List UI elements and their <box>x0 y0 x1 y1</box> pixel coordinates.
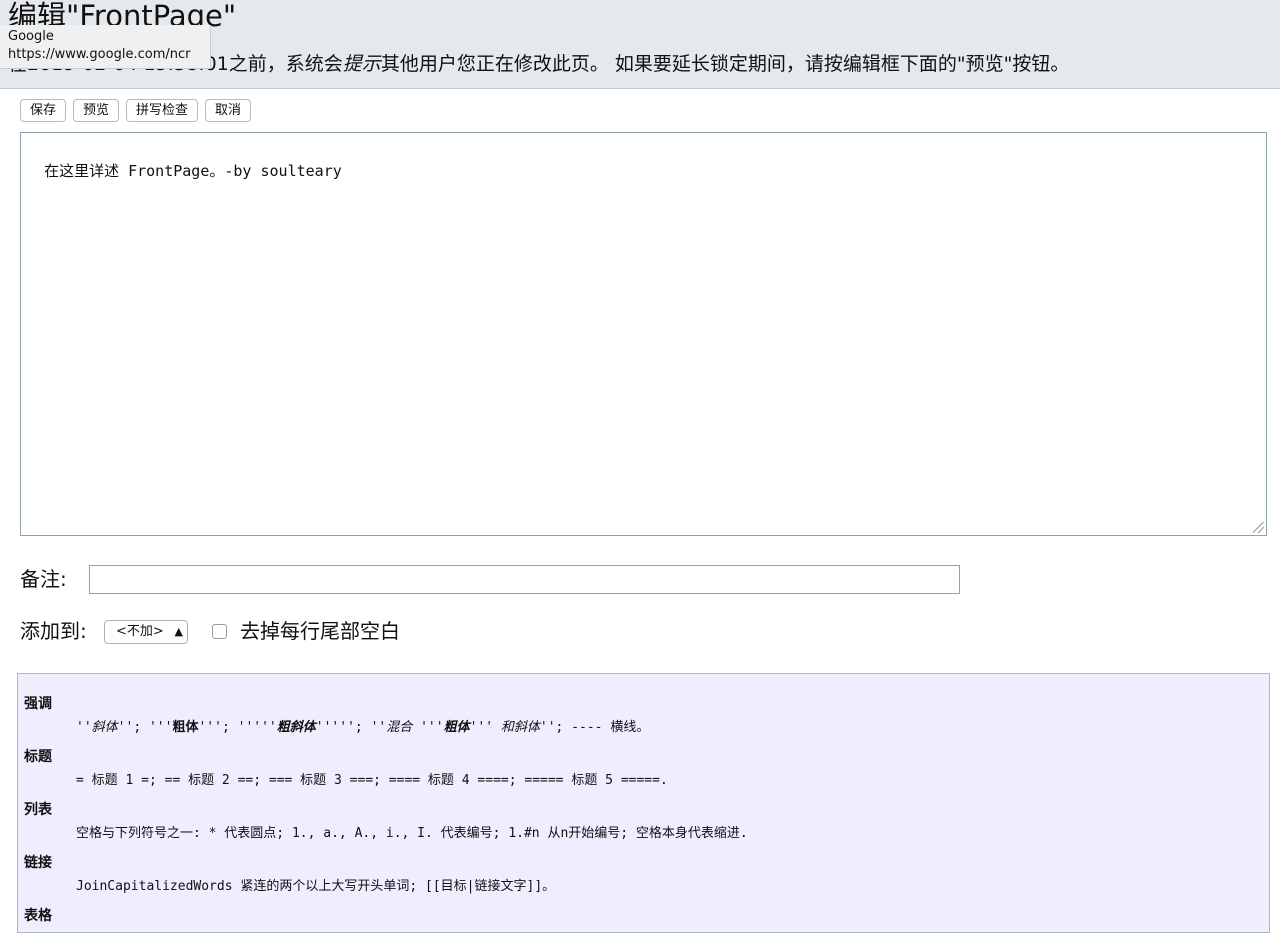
help-term-headings: 标题 <box>24 749 52 765</box>
help-mixed-and: 和斜体 <box>493 720 540 735</box>
help-term-emphasis: 强调 <box>24 696 52 712</box>
spellcheck-button[interactable]: 拼写检查 <box>126 99 199 122</box>
tooltip-url: https://www.google.com/ncr <box>8 47 191 62</box>
add-to-label: 添加到: <box>20 619 87 643</box>
cancel-button[interactable]: 取消 <box>205 99 252 122</box>
help-bold-sample: 粗体 <box>172 720 199 735</box>
help-def-emphasis: ''斜体''; '''粗体'''; '''''粗斜体'''''; ''混合 ''… <box>76 720 650 735</box>
help-def-links: JoinCapitalizedWords 紧连的两个以上大写开头单词; [[目标… <box>76 879 556 894</box>
help-term-lists: 列表 <box>24 802 52 818</box>
lock-notice-emphasis: 提示 <box>342 53 381 75</box>
help-mixed-sample: 混合 <box>386 720 413 735</box>
help-def-headings: = 标题 1 =; == 标题 2 ==; === 标题 3 ===; ====… <box>76 773 668 788</box>
category-select-value: <不加> <box>116 624 164 639</box>
select-arrows-icon: ▲︎ <box>174 625 183 638</box>
comment-input[interactable] <box>89 565 960 594</box>
tooltip-title: Google <box>8 29 54 44</box>
help-italic-sample: 斜体 <box>91 720 118 735</box>
trim-trailing-whitespace-label: 去掉每行尾部空白 <box>240 619 400 643</box>
resize-handle-icon[interactable] <box>1253 522 1264 533</box>
help-hr-sample: 横线。 <box>610 720 650 735</box>
save-button[interactable]: 保存 <box>20 99 67 122</box>
page-header: 编辑"FrontPage" 在2019-02-04 15:38:01之前，系统会… <box>0 0 1280 89</box>
preview-button[interactable]: 预览 <box>73 99 120 122</box>
category-select[interactable]: <不加> ▲︎ <box>104 620 188 644</box>
link-tooltip: Google https://www.google.com/ncr <box>0 25 211 69</box>
editor-toolbar: 保存 预览 拼写检查 取消 <box>20 99 252 122</box>
editor-content: 在这里详述 FrontPage。-by soulteary <box>44 162 342 180</box>
help-def-lists: 空格与下列符号之一: * 代表圆点; 1., a., A., i., I. 代表… <box>76 826 748 841</box>
lock-notice-suffix: 其他用户您正在修改此页。 如果要延长锁定期间，请按编辑框下面的"预览"按钮。 <box>380 53 1070 75</box>
help-term-tables: 表格 <box>24 908 52 924</box>
markup-help-panel: 强调 ''斜体''; '''粗体'''; '''''粗斜体'''''; ''混合… <box>17 673 1270 933</box>
editor-textarea[interactable]: 在这里详述 FrontPage。-by soulteary <box>20 132 1267 536</box>
help-bold-italic-sample: 粗斜体 <box>276 720 316 735</box>
comment-label: 备注: <box>20 567 67 591</box>
trim-trailing-whitespace-checkbox[interactable] <box>212 624 227 639</box>
help-term-links: 链接 <box>24 855 52 871</box>
